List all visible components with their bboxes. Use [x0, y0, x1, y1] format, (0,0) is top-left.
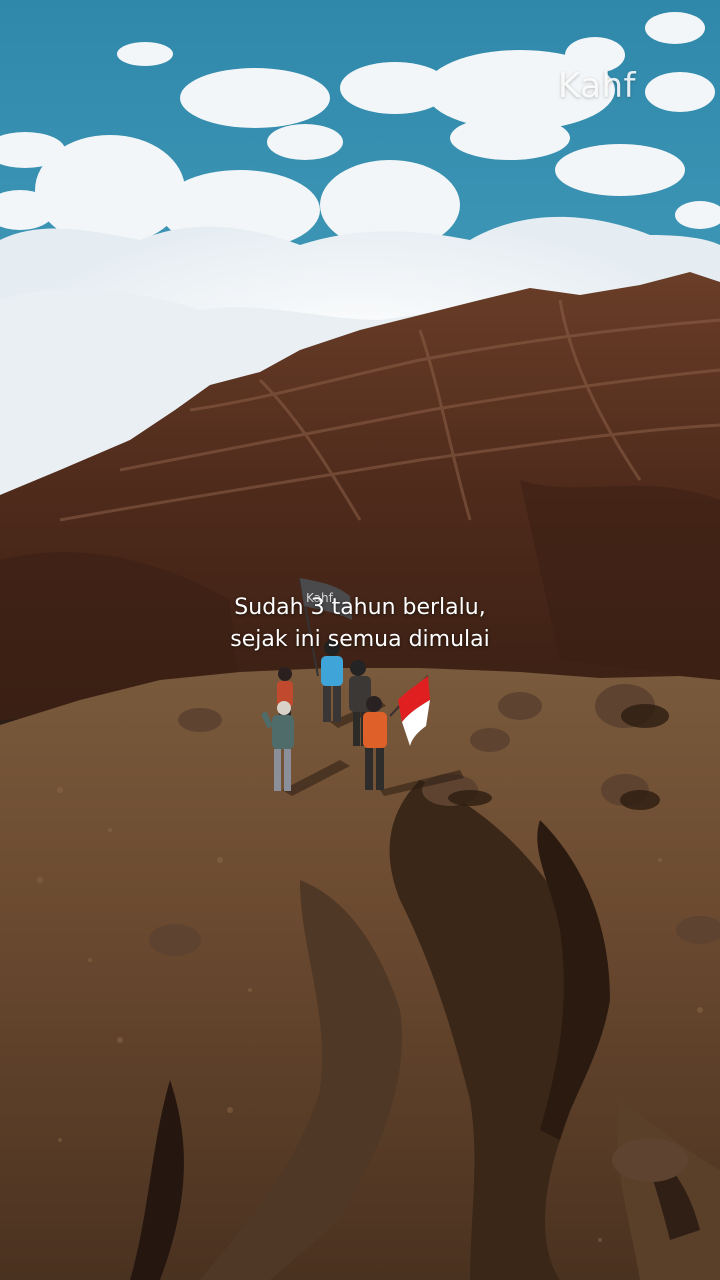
- brand-watermark: Kahf: [557, 66, 636, 106]
- caption-line-1: Sudah 3 tahun berlalu,: [234, 595, 486, 620]
- video-caption: Sudah 3 tahun berlalu, sejak ini semua d…: [0, 592, 720, 656]
- caption-line-2: sejak ini semua dimulai: [230, 627, 490, 652]
